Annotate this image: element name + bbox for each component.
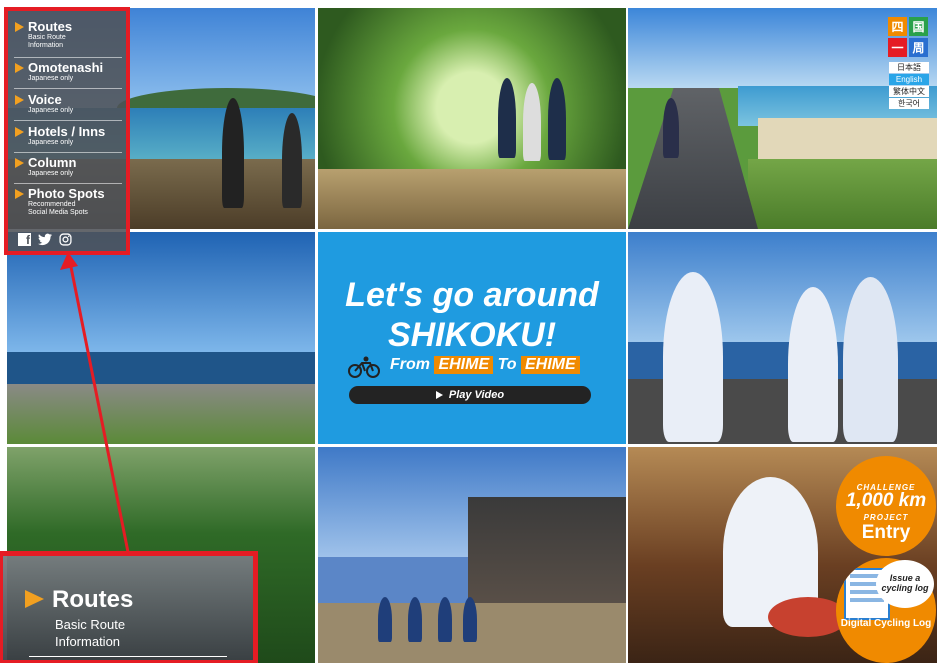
menu-item-routes[interactable]: Routes Basic Route Information [14, 19, 122, 58]
logo-char: 一 [888, 38, 907, 57]
menu-item-title: Photo Spots [14, 186, 122, 201]
zoom-callout-title: Routes [52, 586, 134, 613]
social-links: f [18, 233, 72, 247]
instagram-icon[interactable] [59, 233, 72, 246]
photo-green-lane[interactable] [318, 8, 626, 229]
challenge-project-label: PROJECT [863, 513, 909, 522]
menu-item-column[interactable]: Column Japanese only [14, 155, 122, 184]
menu-item-subtitle: Japanese only [28, 170, 74, 177]
cyclist-icon [348, 356, 380, 378]
zoom-subtitle-line2: Information [55, 634, 121, 649]
menu-item-title: Routes [14, 19, 122, 34]
side-menu: Routes Basic Route Information Omotenash… [4, 7, 130, 255]
menu-item-title: Voice [14, 92, 122, 107]
lang-japanese[interactable]: 日本語 [889, 62, 929, 73]
zoom-callout-routes: Routes Basic Route Information [0, 551, 258, 663]
from-text: From [390, 356, 430, 373]
photo-castle[interactable] [318, 447, 626, 663]
menu-item-subtitle: Japanese only [28, 75, 74, 82]
menu-item-omotenashi[interactable]: Omotenashi Japanese only [14, 60, 122, 89]
menu-item-title: Column [14, 155, 122, 170]
menu-item-subtitle: Japanese only [28, 107, 74, 114]
menu-item-title: Hotels / Inns [14, 124, 122, 139]
zoom-subtitle-line1: Basic Route [55, 617, 126, 632]
photo-selfie-riders[interactable] [628, 232, 937, 444]
digital-cycling-log-label: Digital Cycling Log [840, 618, 932, 629]
play-icon [435, 391, 443, 399]
video-title-line1: Let's go around [345, 276, 599, 314]
logo-char: 国 [909, 17, 928, 36]
logo-char: 周 [909, 38, 928, 57]
issue-log-label: Issue a cycling log [881, 573, 929, 593]
menu-item-photo-spots[interactable]: Photo Spots Recommended Social Media Spo… [14, 186, 122, 224]
shikoku-isshu-logo[interactable]: 四 国 一 周 [888, 17, 928, 57]
zoom-arrow-icon [25, 590, 44, 608]
challenge-distance: 1,000 km [845, 490, 927, 511]
photo-sea-wall[interactable] [7, 232, 315, 444]
video-panel[interactable]: Let's go around SHIKOKU! From EHIME To E… [318, 232, 626, 444]
video-subtitle: From EHIME To EHIME [390, 356, 580, 374]
issue-cycling-log-badge[interactable]: Issue a cycling log [876, 560, 934, 608]
lang-traditional-chinese[interactable]: 繁体中文 [889, 86, 929, 97]
divider [29, 656, 227, 657]
facebook-icon[interactable]: f [18, 233, 31, 247]
play-video-button[interactable]: Play Video [349, 386, 591, 404]
video-title-line2: SHIKOKU! [387, 316, 557, 354]
ehime-badge-start: EHIME [434, 356, 494, 374]
challenge-entry-button[interactable]: CHALLENGE 1,000 km PROJECT Entry [836, 456, 936, 556]
ehime-badge-end: EHIME [520, 356, 580, 374]
lang-english[interactable]: English [889, 74, 929, 85]
lang-korean[interactable]: 한국어 [889, 98, 929, 109]
menu-item-subtitle: Recommended Social Media Spots [28, 201, 88, 216]
language-switcher: 日本語 English 繁体中文 한국어 [889, 62, 929, 110]
menu-item-subtitle: Japanese only [28, 139, 74, 146]
menu-item-subtitle: Basic Route Information [28, 34, 66, 49]
menu-item-hotels-inns[interactable]: Hotels / Inns Japanese only [14, 124, 122, 153]
entry-label: Entry [861, 522, 911, 543]
to-text: To [497, 356, 517, 373]
play-video-label: Play Video [448, 389, 505, 401]
zoom-callout-subtitle: Basic Route Information [55, 616, 125, 650]
twitter-icon[interactable] [38, 233, 52, 246]
logo-char: 四 [888, 17, 907, 36]
menu-item-voice[interactable]: Voice Japanese only [14, 92, 122, 121]
menu-item-title: Omotenashi [14, 60, 122, 75]
